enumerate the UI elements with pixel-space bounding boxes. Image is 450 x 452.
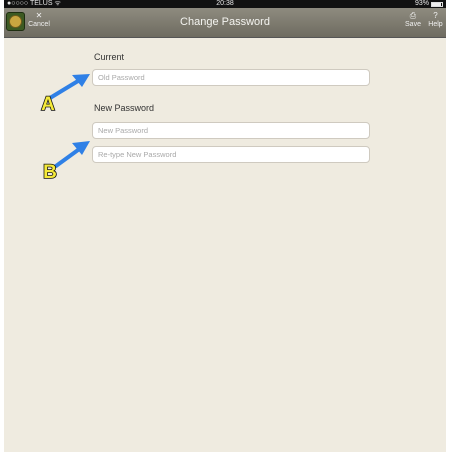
callout-letter-a: A [41,94,55,115]
annotation-overlay: A B [40,74,90,184]
app-window: ●○○○○ TELUS ᯤ 20:38 93% ✕ Cancel Change … [4,0,446,452]
callout-arrow-b [54,141,90,168]
callout-arrow-a [48,74,90,100]
callout-letter-b: B [43,162,57,183]
